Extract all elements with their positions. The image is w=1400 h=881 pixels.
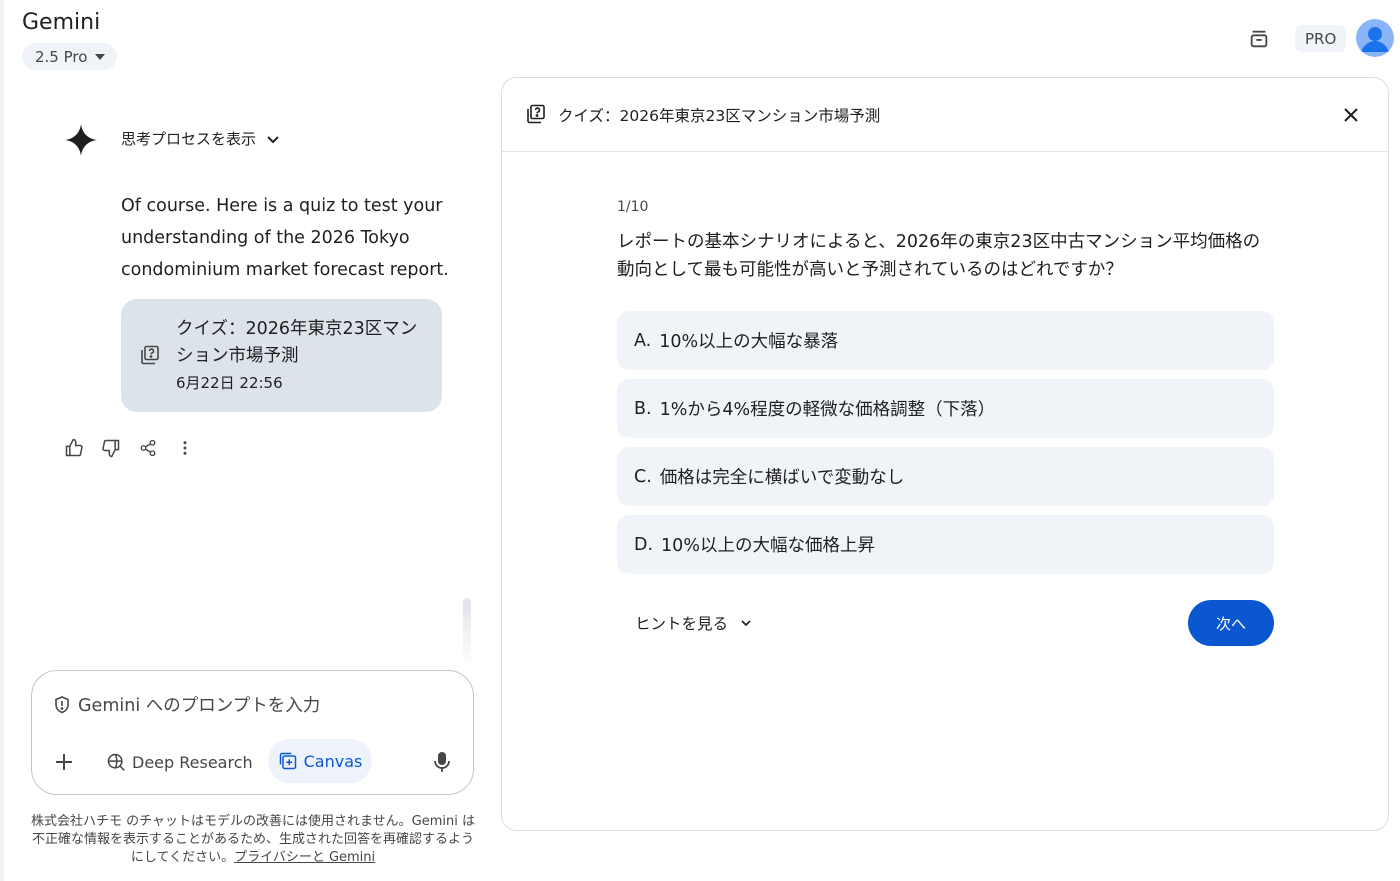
canvas-title: クイズ：2026年東京23区マンション市場予測 (558, 107, 881, 125)
canvas-icon (279, 752, 296, 770)
prompt-input[interactable]: Gemini へのプロンプトを入力 (78, 692, 320, 717)
canvas-header: クイズ：2026年東京23区マンション市場予測 (502, 78, 1388, 152)
shield-icon (54, 696, 70, 718)
quiz-canvas-card[interactable]: クイズ：2026年東京23区マンション市場予測 6月22日 22:56 (121, 299, 442, 412)
answer-option-c[interactable]: C. 価格は完全に横ばいで変動なし (617, 447, 1274, 506)
quiz-card-date: 6月22日 22:56 (176, 374, 283, 392)
question-text: レポートの基本シナリオによると、2026年の東京23区中古マンション平均価格の動… (617, 232, 1261, 280)
app-title: Gemini (22, 10, 101, 35)
deep-research-icon (107, 753, 125, 771)
option-letter: C. (634, 466, 652, 487)
temporary-chat-icon[interactable] (1244, 24, 1274, 54)
share-icon[interactable] (137, 437, 159, 459)
answer-options: A. 10%以上の大幅な暴落 B. 1%から4%程度の軽微な価格調整（下落） C… (617, 311, 1274, 583)
add-icon[interactable] (52, 750, 76, 774)
show-thinking-toggle[interactable]: 思考プロセスを表示 (121, 128, 280, 149)
option-text: 1%から4%程度の軽微な価格調整（下落） (659, 400, 996, 420)
show-hint-button[interactable]: ヒントを見る (635, 612, 752, 634)
privacy-link[interactable]: プライバシーと Gemini (234, 850, 375, 865)
disclaimer: 株式会社ハチモ のチャットはモデルの改善には使用されません。Gemini は不正… (26, 813, 480, 867)
pro-badge[interactable]: PRO (1295, 25, 1347, 52)
prompt-input-box[interactable]: Gemini へのプロンプトを入力 Deep Research Canvas (31, 670, 474, 795)
answer-option-b[interactable]: B. 1%から4%程度の軽微な価格調整（下落） (617, 379, 1274, 438)
scrollbar[interactable] (463, 598, 471, 668)
gemini-app: Gemini 2.5 Pro PRO 思考プロセスを表示 Of course. … (0, 0, 1400, 881)
thumbs-up-icon[interactable] (63, 437, 85, 459)
model-selector[interactable]: 2.5 Pro (22, 43, 118, 70)
canvas-label: Canvas (303, 751, 363, 771)
option-text: 価格は完全に横ばいで変動なし (659, 468, 905, 488)
quiz-card-title: クイズ：2026年東京23区マンション市場予測 (176, 319, 418, 366)
gemini-sparkle-icon (63, 122, 99, 158)
response-actions (63, 437, 196, 459)
canvas-panel: クイズ：2026年東京23区マンション市場予測 1/10 レポートの基本シナリオ… (501, 77, 1389, 831)
response-text: Of course. Here is a quiz to test your u… (121, 196, 449, 280)
quiz-icon (140, 345, 160, 369)
close-icon[interactable] (1340, 104, 1362, 126)
quiz-icon (526, 104, 546, 128)
question-progress: 1/10 (617, 199, 649, 215)
option-text: 10%以上の大幅な価格上昇 (661, 536, 875, 556)
more-vert-icon[interactable] (174, 437, 196, 459)
thumbs-down-icon[interactable] (100, 437, 122, 459)
option-letter: A. (634, 330, 652, 351)
chevron-down-icon (267, 135, 279, 143)
deep-research-label: Deep Research (132, 752, 253, 772)
microphone-icon[interactable] (431, 750, 453, 774)
canvas-button[interactable]: Canvas (268, 739, 372, 783)
answer-option-a[interactable]: A. 10%以上の大幅な暴落 (617, 311, 1274, 370)
next-button[interactable]: 次へ (1188, 600, 1274, 646)
caret-down-icon (95, 53, 106, 60)
option-text: 10%以上の大幅な暴落 (659, 332, 839, 352)
model-label: 2.5 Pro (35, 47, 88, 66)
avatar[interactable] (1356, 19, 1394, 57)
option-letter: D. (634, 534, 654, 555)
thinking-toggle-label: 思考プロセスを表示 (121, 130, 257, 148)
answer-option-d[interactable]: D. 10%以上の大幅な価格上昇 (617, 515, 1274, 574)
deep-research-button[interactable]: Deep Research (106, 749, 253, 775)
sidebar-edge (0, 0, 4, 881)
option-letter: B. (634, 398, 652, 419)
chevron-down-icon (741, 620, 751, 627)
hint-label: ヒントを見る (635, 615, 729, 633)
